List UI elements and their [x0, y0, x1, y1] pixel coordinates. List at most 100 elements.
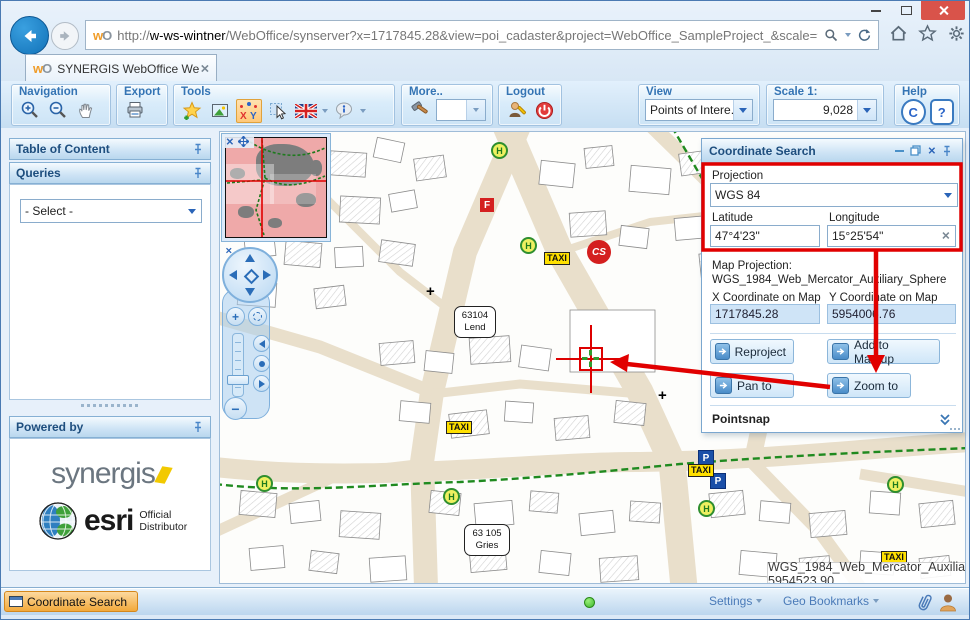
queries-panel-header[interactable]: Queries: [9, 162, 211, 184]
pan-left-icon[interactable]: [229, 270, 237, 280]
taxi-marker: TAXI: [544, 252, 570, 265]
prev-extent-button[interactable]: [253, 335, 270, 352]
panel-resize-handle[interactable]: [81, 404, 141, 409]
group-view: View Points of Intere...: [638, 84, 760, 126]
zoom-slider[interactable]: [232, 333, 244, 397]
pan-control[interactable]: [222, 247, 278, 303]
settings-gear-icon[interactable]: [947, 24, 966, 43]
overview-map[interactable]: [221, 133, 331, 242]
full-extent-button[interactable]: [248, 307, 267, 326]
panel-restore-button[interactable]: [907, 144, 923, 158]
coordinate-search-header[interactable]: Coordinate Search: [702, 139, 962, 163]
minimize-button[interactable]: [861, 1, 891, 20]
info-tool[interactable]: [332, 100, 356, 122]
panel-resize-grip[interactable]: [950, 428, 960, 430]
group-export: Export: [116, 84, 168, 126]
browser-chrome: wO http://w-ws-wintner/WebOffice/synserv…: [1, 1, 969, 81]
pan-right-icon[interactable]: [263, 270, 271, 280]
address-bar[interactable]: wO http://w-ws-wintner/WebOffice/synserv…: [85, 20, 879, 50]
language-tool[interactable]: [294, 100, 318, 122]
pan-to-button[interactable]: Pan to: [710, 373, 794, 398]
next-extent-button[interactable]: [253, 375, 270, 392]
attachment-icon[interactable]: [917, 592, 933, 612]
user-icon[interactable]: [939, 592, 957, 612]
zoom-out-button[interactable]: −: [224, 397, 247, 420]
browser-back-button[interactable]: [10, 16, 49, 55]
zoom-in-tool[interactable]: [18, 99, 42, 121]
more-tools-button[interactable]: [408, 99, 432, 121]
group-scale: Scale 1: 9,028: [766, 84, 884, 126]
scale-select[interactable]: 9,028: [773, 99, 877, 121]
pin-icon[interactable]: [192, 421, 204, 433]
view-select[interactable]: Points of Intere...: [645, 99, 753, 121]
current-extent-button[interactable]: [253, 355, 270, 372]
language-dropdown-icon[interactable]: [322, 109, 328, 113]
longitude-input[interactable]: [827, 225, 956, 247]
search-icon[interactable]: [824, 28, 839, 43]
refresh-icon[interactable]: [857, 28, 872, 43]
browser-forward-button[interactable]: [51, 22, 79, 50]
print-button[interactable]: [123, 99, 147, 121]
settings-menu[interactable]: Settings: [709, 594, 762, 608]
coordinate-search-taskbar-button[interactable]: Coordinate Search: [4, 591, 138, 612]
add-to-markup-button[interactable]: Add to Markup: [827, 339, 940, 364]
projection-select[interactable]: WGS 84: [710, 183, 958, 207]
address-dropdown-icon[interactable]: [845, 33, 851, 37]
zoom-to-button[interactable]: Zoom to: [827, 373, 911, 398]
query-select[interactable]: - Select -: [20, 199, 202, 223]
close-button[interactable]: [921, 1, 965, 20]
info-dropdown-icon[interactable]: [360, 109, 366, 113]
pan-center-icon[interactable]: [244, 269, 260, 285]
more-tools-select[interactable]: [436, 99, 486, 121]
overview-controls: [222, 134, 254, 148]
copyright-button[interactable]: C: [901, 99, 926, 125]
y-coordinate-field[interactable]: 5954006.76: [827, 304, 956, 324]
maximize-button[interactable]: [891, 1, 921, 20]
url-text[interactable]: http://w-ws-wintner/WebOffice/synserver?…: [117, 28, 818, 43]
add-favorite-tool[interactable]: [180, 100, 204, 122]
pin-icon[interactable]: [192, 143, 204, 155]
browser-tab[interactable]: wO SYNERGIS WebOffice Web...: [25, 54, 217, 82]
group-help: Help C ?: [894, 84, 960, 126]
reproject-button[interactable]: Reproject: [710, 339, 794, 364]
pan-down-icon[interactable]: [245, 288, 255, 296]
nav-widget-close-icon[interactable]: [225, 247, 232, 254]
latitude-input[interactable]: [710, 225, 820, 247]
group-view-label: View: [639, 85, 759, 98]
powered-by-header[interactable]: Powered by: [9, 416, 211, 438]
export-image-tool[interactable]: [208, 100, 232, 122]
pin-icon[interactable]: [192, 167, 204, 179]
back-arrow-icon: [20, 26, 40, 46]
favorites-star-icon[interactable]: [918, 24, 937, 43]
select-tool[interactable]: [266, 100, 290, 122]
map-projection-label: Map Projection:: [712, 260, 792, 272]
expand-chevrons-icon[interactable]: [938, 412, 952, 426]
overview-move-icon[interactable]: [238, 136, 249, 147]
coordinate-search-tool-active[interactable]: X Y: [236, 99, 262, 123]
user-profile-button[interactable]: [505, 99, 529, 121]
pointsnap-section-header[interactable]: Pointsnap: [712, 412, 770, 426]
info-balloon-icon: [334, 101, 354, 121]
help-button[interactable]: ?: [930, 99, 955, 125]
panel-pin-button[interactable]: [939, 144, 955, 158]
clear-longitude-icon[interactable]: [941, 231, 949, 239]
logout-button[interactable]: [533, 99, 557, 121]
home-icon[interactable]: [889, 24, 908, 43]
pin-icon: [941, 145, 953, 157]
bus-stop-marker: H: [443, 488, 460, 505]
tab-close-icon[interactable]: [200, 64, 209, 73]
geo-bookmarks-menu[interactable]: Geo Bookmarks: [783, 594, 879, 608]
pan-tool[interactable]: [74, 99, 98, 121]
group-logout: Logout: [498, 84, 562, 126]
overview-close-icon[interactable]: [226, 137, 234, 145]
pan-up-icon[interactable]: [245, 254, 255, 262]
zoom-out-tool[interactable]: [46, 99, 70, 121]
caret-down-icon: [863, 108, 871, 113]
panel-close-button[interactable]: [923, 144, 939, 158]
bus-stop-marker: H: [520, 237, 537, 254]
zoom-in-button[interactable]: +: [226, 307, 245, 326]
toc-panel-header[interactable]: Table of Content: [9, 138, 211, 160]
x-coordinate-field[interactable]: 1717845.28: [710, 304, 820, 324]
panel-minimize-button[interactable]: [891, 144, 907, 158]
zoom-slider-handle[interactable]: [227, 375, 249, 385]
